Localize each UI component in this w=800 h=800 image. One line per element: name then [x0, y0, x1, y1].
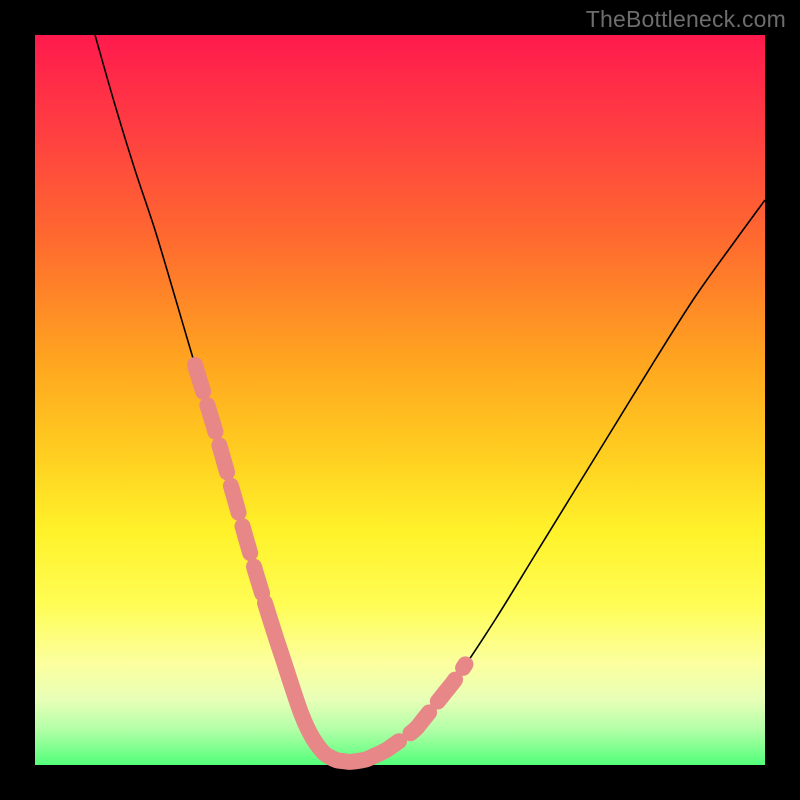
- highlight-bottom: [265, 603, 375, 762]
- highlight-right: [375, 664, 465, 755]
- curve-svg: [35, 35, 765, 765]
- plot-area: [35, 35, 765, 765]
- chart-frame: TheBottleneck.com: [0, 0, 800, 800]
- bottleneck-curve: [95, 35, 765, 762]
- highlight-left: [195, 365, 265, 603]
- watermark-text: TheBottleneck.com: [586, 6, 786, 33]
